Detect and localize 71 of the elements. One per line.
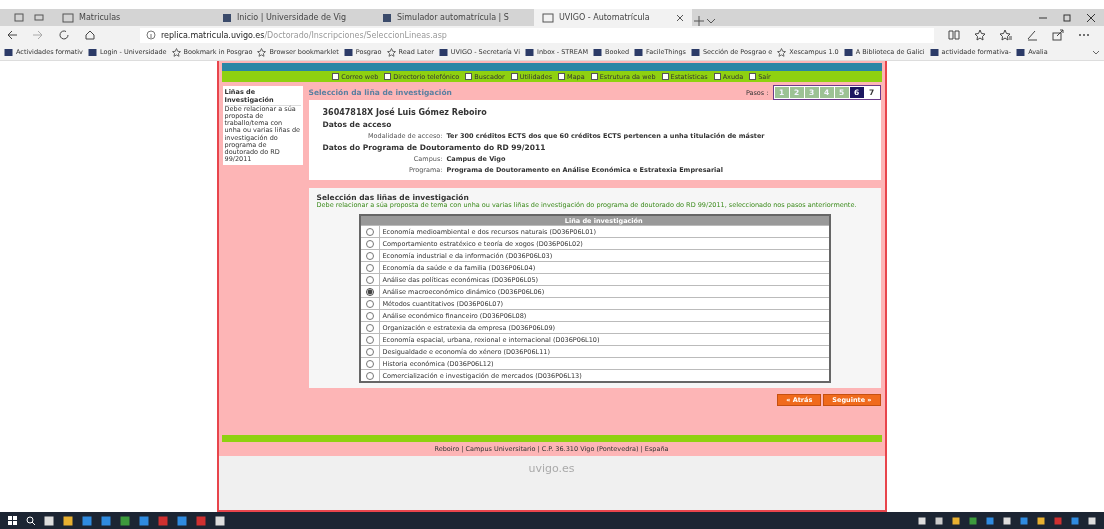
radio-button[interactable] xyxy=(365,371,374,380)
star-icon xyxy=(777,47,787,57)
site-icon xyxy=(929,47,939,57)
radio-button[interactable] xyxy=(365,263,374,272)
link-icon xyxy=(558,73,566,80)
chevron-icon[interactable] xyxy=(1092,48,1100,56)
star-icon xyxy=(257,47,267,57)
browser-tab[interactable]: Inicio | Universidade de Vig xyxy=(214,9,372,26)
site-icon xyxy=(343,47,353,57)
radio-button[interactable] xyxy=(365,335,374,344)
reading-view-icon[interactable] xyxy=(948,29,960,41)
search-icon[interactable] xyxy=(26,516,35,525)
radio-button[interactable] xyxy=(365,299,374,308)
radio-button[interactable] xyxy=(365,347,374,356)
link-icon xyxy=(661,73,669,80)
browser-tab[interactable]: Matriculas xyxy=(54,9,212,26)
site-icon xyxy=(382,12,392,23)
home-icon[interactable] xyxy=(84,29,96,41)
tab-preview-icon[interactable] xyxy=(34,13,44,22)
logo-text: uvigo.es xyxy=(528,462,575,476)
star-icon xyxy=(171,47,181,57)
close-tab-icon[interactable] xyxy=(676,13,684,22)
tab-list-icon[interactable] xyxy=(706,16,716,26)
radio-button[interactable] xyxy=(365,251,374,260)
site-icon xyxy=(843,47,853,57)
browser-tab[interactable]: UVIGO - Automatrícula xyxy=(534,9,692,26)
favorites-icon[interactable] xyxy=(1000,29,1012,41)
radio-button[interactable] xyxy=(365,275,374,284)
info-icon xyxy=(146,30,156,40)
favorite-star-icon[interactable] xyxy=(974,29,986,41)
page-icon xyxy=(542,12,554,23)
refresh-icon[interactable] xyxy=(58,29,70,41)
link-icon xyxy=(332,73,340,80)
site-icon xyxy=(4,47,13,57)
site-icon xyxy=(1016,47,1026,57)
site-icon xyxy=(593,47,602,57)
link-icon xyxy=(590,73,598,80)
link-icon xyxy=(510,73,518,80)
pen-icon[interactable] xyxy=(1026,29,1038,41)
site-icon xyxy=(634,47,644,57)
link-icon xyxy=(465,73,473,80)
radio-button[interactable] xyxy=(365,311,374,320)
star-icon xyxy=(386,47,396,57)
url-text: replica.matricula.uvigo.es/Doctorado/Inscripciones/SeleccionLineas.asp xyxy=(161,30,447,40)
link-icon xyxy=(384,73,392,80)
site-icon xyxy=(690,47,700,57)
new-tab-icon[interactable] xyxy=(694,16,704,26)
close-icon[interactable] xyxy=(1086,12,1096,23)
taskbar-app-icon[interactable] xyxy=(44,515,54,526)
site-icon xyxy=(524,47,534,57)
back-icon[interactable] xyxy=(6,29,18,41)
start-icon[interactable] xyxy=(8,516,17,525)
maximize-icon[interactable] xyxy=(1062,12,1072,23)
share-icon[interactable] xyxy=(1052,29,1064,41)
taskbar-app-icon[interactable] xyxy=(215,515,225,526)
radio-button[interactable] xyxy=(365,323,374,332)
link-icon xyxy=(713,73,721,80)
radio-button[interactable] xyxy=(365,359,374,368)
site-icon xyxy=(87,47,97,57)
address-bar[interactable]: replica.matricula.uvigo.es/Doctorado/Inscripciones/SeleccionLineas.asp xyxy=(140,27,934,43)
radio-button[interactable] xyxy=(365,227,374,236)
browser-tab[interactable]: Simulador automatrícula | S xyxy=(374,9,532,26)
site-icon xyxy=(438,47,448,57)
site-icon xyxy=(222,12,232,23)
tab-set-aside-icon[interactable] xyxy=(14,13,24,22)
page-icon xyxy=(62,12,74,23)
exit-icon xyxy=(749,73,757,80)
radio-button[interactable] xyxy=(365,287,374,296)
taskbar-app-icon[interactable] xyxy=(63,515,73,526)
student-name: 36047818X José Luis Gómez Reboiro xyxy=(322,108,488,117)
radio-button[interactable] xyxy=(365,239,374,248)
